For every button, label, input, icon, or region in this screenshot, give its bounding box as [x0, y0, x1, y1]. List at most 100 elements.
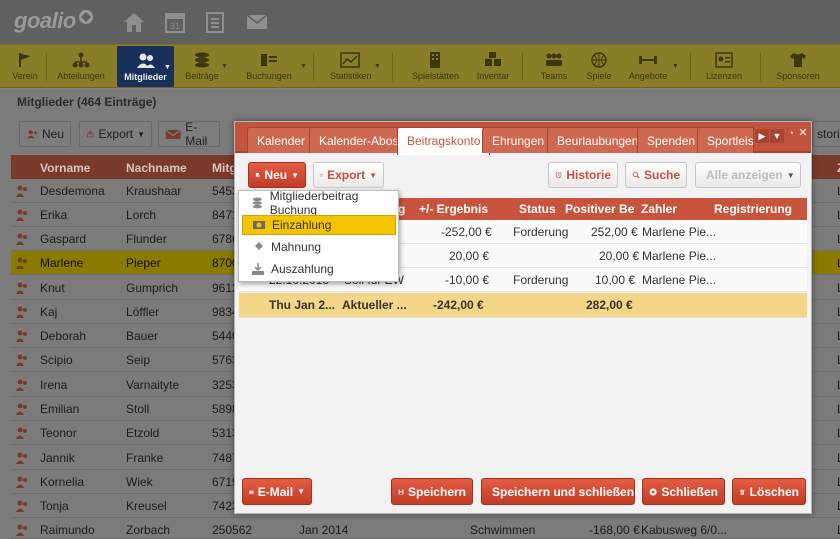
summary-row: Thu Jan 2... Aktueller ... -242,00 € 282…	[239, 293, 807, 318]
chevron-down-icon: ▼	[369, 170, 377, 180]
svg-text:31: 31	[170, 21, 180, 31]
member-icon	[16, 500, 27, 512]
shirt-icon	[790, 53, 806, 67]
col-zahler[interactable]: Zahler	[641, 202, 677, 216]
menu-item-einzahlung[interactable]: Einzahlung	[242, 215, 396, 235]
search-button[interactable]: Suche	[625, 162, 687, 188]
export-members-button[interactable]: Export ▼	[79, 121, 152, 147]
member-icon	[16, 282, 27, 294]
team-icon	[546, 53, 562, 66]
tab-spenden[interactable]: Spenden	[637, 127, 706, 153]
member-icon	[16, 185, 27, 197]
nav-teams[interactable]: Teams	[538, 45, 570, 89]
new-member-button[interactable]: Neu	[19, 121, 71, 147]
email-button[interactable]: E-Mail ▼	[242, 478, 312, 505]
building-icon	[430, 52, 440, 68]
nav-spiele[interactable]: Spiele	[584, 45, 614, 89]
nav-inventar[interactable]: Inventar	[474, 45, 512, 89]
nav-abteilungen[interactable]: Abteilungen	[56, 45, 106, 89]
nav-spielstaetten[interactable]: Spielstätten	[412, 45, 459, 89]
delete-button[interactable]: Löschen	[732, 478, 806, 505]
new-entry-button[interactable]: Neu ▼	[248, 162, 306, 188]
reminder-icon	[253, 242, 263, 252]
col-ergebnis[interactable]: +/- Ergebnis	[419, 202, 488, 216]
nav-mitglieder[interactable]: Mitglieder ▼	[117, 46, 174, 87]
tab-beurlaubungen[interactable]: Beurlaubungen	[547, 127, 649, 153]
export-button[interactable]: Export ▼	[313, 162, 384, 188]
member-icon	[16, 233, 27, 245]
close-icon[interactable]: ✕	[796, 126, 810, 140]
calendar-icon[interactable]: 31	[162, 9, 188, 35]
logo-mark-icon	[79, 10, 93, 24]
nav-beitraege[interactable]: Beiträge ▼	[183, 45, 228, 89]
clipboard-icon[interactable]	[202, 9, 228, 35]
menu-item-auszahlung[interactable]: Auszahlung	[242, 259, 396, 279]
close-button[interactable]: Schließen	[642, 478, 725, 505]
nav-divider	[690, 53, 691, 81]
member-icon	[16, 257, 27, 269]
chevron-down-icon: ▼	[221, 63, 228, 70]
tab-kalender-abos[interactable]: Kalender-Abos	[309, 127, 409, 153]
chevron-down-icon: ▼	[297, 487, 305, 496]
export-icon	[320, 173, 323, 177]
member-icon	[16, 452, 27, 464]
boxes-icon	[485, 52, 501, 66]
menu-item-mitgliederbeitrag-buchung[interactable]: Mitgliederbeitrag Buchung	[242, 189, 396, 217]
history-button[interactable]: Historie	[548, 162, 618, 188]
export-icon	[86, 130, 94, 138]
email-members-button[interactable]: E-Mail	[158, 120, 220, 148]
tab-kalender[interactable]: Kalender	[247, 127, 316, 153]
chart-icon	[340, 52, 360, 68]
nav-buchungen[interactable]: Buchungen ▼	[244, 45, 307, 89]
show-all-filter-button[interactable]: Alle anzeigen ▼	[695, 162, 801, 188]
member-icon	[16, 379, 27, 391]
flag-icon	[19, 53, 31, 67]
mail-icon[interactable]	[244, 9, 270, 35]
new-entry-dropdown: Mitgliederbeitrag Buchung Einzahlung Mah…	[238, 189, 399, 282]
license-icon	[715, 52, 733, 68]
col-vorname[interactable]: Vorname	[40, 161, 90, 175]
members-icon	[136, 53, 155, 68]
ledger-icon	[261, 54, 277, 66]
member-icon	[16, 330, 27, 342]
nav-divider	[392, 53, 393, 81]
col-status[interactable]: Status	[519, 202, 556, 216]
mail-icon	[249, 490, 254, 494]
nav-verein[interactable]: Verein	[10, 45, 40, 89]
tab-beitragskonto[interactable]: Beitragskonto	[397, 127, 491, 155]
col-buchung[interactable]: g	[398, 202, 405, 216]
nav-angebote[interactable]: Angebote ▼	[628, 45, 679, 89]
ball-icon	[591, 52, 607, 68]
home-icon[interactable]	[121, 9, 147, 35]
member-icon	[16, 427, 27, 439]
modal-tabbar: Kalender Kalender-Abos Beitragskonto Ehr…	[235, 122, 811, 155]
nav-divider	[313, 53, 314, 81]
tab-list-icon[interactable]: ▼	[770, 129, 784, 143]
floppy-disk-icon	[398, 489, 404, 494]
save-and-close-button[interactable]: Speichern und schließen	[481, 478, 635, 505]
app-logo[interactable]: goalio	[14, 8, 76, 34]
col-nachname[interactable]: Nachname	[126, 161, 187, 175]
col-registrierung[interactable]: Registrierung	[714, 202, 792, 216]
history-button[interactable]: storie	[812, 121, 840, 147]
menu-item-mahnung[interactable]: Mahnung	[242, 237, 396, 257]
app-header: goalio 31	[0, 0, 840, 44]
tab-ehrungen[interactable]: Ehrungen	[482, 127, 555, 153]
chevron-down-icon: ▼	[672, 63, 679, 70]
tab-scroll-right-icon[interactable]: ▶	[755, 129, 769, 143]
coins-icon	[252, 197, 262, 209]
chevron-down-icon: ▼	[786, 170, 795, 180]
tab-sportleistungen[interactable]: Sportleistu	[697, 127, 754, 153]
save-button[interactable]: Speichern	[391, 478, 473, 505]
hierarchy-icon	[72, 52, 90, 68]
col-mitg[interactable]: Mitg	[212, 161, 237, 175]
nav-sponsoren[interactable]: Sponsoren	[776, 45, 820, 89]
chevron-down-icon: ▼	[137, 129, 145, 139]
nav-divider	[760, 53, 761, 81]
member-detail-modal: Kalender Kalender-Abos Beitragskonto Ehr…	[234, 121, 812, 514]
chevron-down-icon: ▼	[300, 63, 307, 70]
nav-statistiken[interactable]: Statistiken ▼	[330, 45, 381, 89]
nav-lizenzen[interactable]: Lizenzen	[704, 45, 744, 89]
col-positiver-betrag[interactable]: Positiver Betrag	[565, 202, 635, 216]
table-row[interactable]: Raimundo Zorbach 250562 Jan 2014 Schwimmen -1…	[11, 518, 840, 539]
